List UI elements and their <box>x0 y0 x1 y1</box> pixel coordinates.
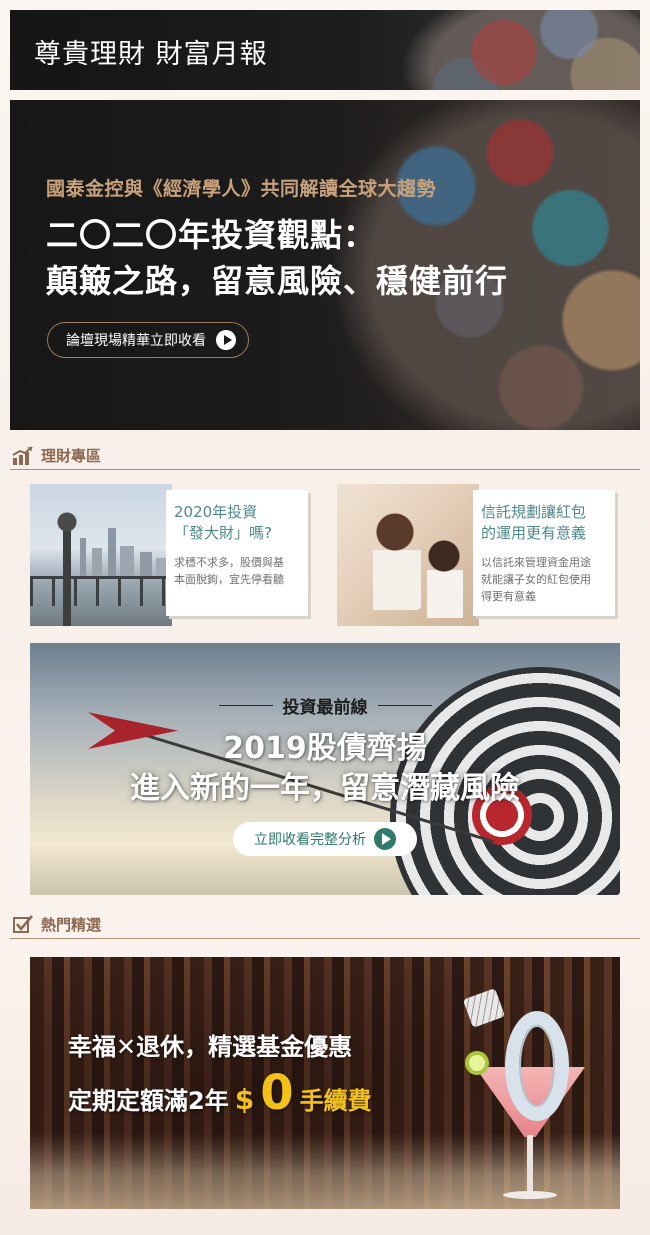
investment-title: 2019股債齊揚 進入新的一年，留意潛藏風險 <box>30 729 620 809</box>
promo-fee-label: 手續費 <box>299 1087 372 1115</box>
card-title: 2020年投資 「發大財」嗎? <box>174 502 300 544</box>
card-title-line2: 的運用更有意義 <box>481 524 587 542</box>
promo-offer: 定期定額滿2年 $ 0 手續費 <box>68 1065 372 1121</box>
watch-analysis-button[interactable]: 立即收看完整分析 <box>233 822 417 856</box>
mother-child-photo <box>337 484 479 626</box>
binocular-shape <box>52 512 82 626</box>
card-desc-line2: 本面脫鉤，宜先停看聽 <box>174 573 284 586</box>
kicker-line-left <box>218 705 273 706</box>
promo-offer-prefix: 定期定額滿2年 <box>68 1087 229 1115</box>
hero-banner[interactable]: 國泰金控與《經濟學人》共同解讀全球大趨勢 二〇二〇年投資觀點： 顛簸之路，留意風… <box>10 100 640 430</box>
bar-chart-icon <box>12 445 33 465</box>
card-2020-investment[interactable]: 2020年投資 「發大財」嗎? 求穩不求多，股價與基 本面脫鉤，宜先停看聽 <box>30 484 314 626</box>
card-desc-line1: 以信託來管理資金用途 <box>481 556 591 569</box>
glass-stem <box>527 1135 533 1195</box>
city-binocular-photo <box>30 484 172 626</box>
card-desc-line2: 就能讓子女的紅包使用 <box>481 573 591 586</box>
card-text-box: 2020年投資 「發大財」嗎? 求穩不求多，股價與基 本面脫鉤，宜先停看聽 <box>166 490 308 616</box>
watch-analysis-label: 立即收看完整分析 <box>254 832 366 848</box>
investment-title-line1: 2019股債齊揚 <box>223 731 427 766</box>
kicker-text: 投資最前線 <box>282 698 368 718</box>
investment-title-line2: 進入新的一年，留意潛藏風險 <box>130 771 520 806</box>
watch-forum-button[interactable]: 論壇現場精華立即收看 <box>47 322 249 358</box>
promo-dollar-sign: $ <box>234 1083 255 1116</box>
play-icon <box>374 828 396 850</box>
promo-zero: 0 <box>260 1065 294 1121</box>
kicker-line-right <box>377 705 432 706</box>
skyline-shape <box>70 528 172 578</box>
globe-decoration <box>400 10 640 90</box>
glass-base <box>503 1191 557 1199</box>
card-text-box: 信託規劃讓紅包 的運用更有意義 以信託來管理資金用途 就能讓子女的紅包使用 得更… <box>473 490 615 616</box>
child-shape <box>419 538 469 618</box>
card-desc-line3: 得更有意義 <box>481 590 536 603</box>
checkbox-icon <box>13 914 33 933</box>
hero-title-line1: 二〇二〇年投資觀點： <box>46 216 377 254</box>
finance-zone-label: 理財專區 <box>41 447 102 465</box>
money-fan-icon <box>462 988 506 1028</box>
card-trust-planning[interactable]: 信託規劃讓紅包 的運用更有意義 以信託來管理資金用途 就能讓子女的紅包使用 得更… <box>337 484 621 626</box>
card-title-line2: 「發大財」嗎? <box>174 524 272 542</box>
hero-title: 二〇二〇年投資觀點： 顛簸之路，留意風險、穩健前行 <box>46 212 508 304</box>
page-header: 尊貴理財 財富月報 <box>10 10 640 90</box>
watch-forum-label: 論壇現場精華立即收看 <box>66 333 206 349</box>
page-title: 尊貴理財 財富月報 <box>34 39 268 70</box>
investment-kicker: 投資最前線 <box>30 693 620 718</box>
card-title-line1: 信託規劃讓紅包 <box>481 503 587 521</box>
finance-zone-header: 理財專區 <box>10 442 640 470</box>
promo-headline: 幸福✕退休，精選基金優惠 <box>68 1033 353 1061</box>
card-description: 求穩不求多，股價與基 本面脫鉤，宜先停看聽 <box>174 554 300 588</box>
mother-shape <box>365 510 425 610</box>
lime-slice-icon <box>465 1051 489 1075</box>
hot-picks-label: 熱門精選 <box>41 916 102 934</box>
hero-title-line2: 顛簸之路，留意風險、穩健前行 <box>46 262 509 300</box>
investment-frontline-banner[interactable]: 投資最前線 2019股債齊揚 進入新的一年，留意潛藏風險 立即收看完整分析 <box>30 643 620 895</box>
hero-subtitle: 國泰金控與《經濟學人》共同解讀全球大趨勢 <box>46 178 437 200</box>
card-desc-line1: 求穩不求多，股價與基 <box>174 556 284 569</box>
hot-picks-header: 熱門精選 <box>10 911 640 939</box>
zero-mascot-icon <box>505 1011 569 1121</box>
card-description: 以信託來管理資金用途 就能讓子女的紅包使用 得更有意義 <box>481 554 607 605</box>
fund-promo-banner[interactable]: 幸福✕退休，精選基金優惠 定期定額滿2年 $ 0 手續費 <box>30 957 620 1209</box>
card-title-line1: 2020年投資 <box>174 503 258 521</box>
play-icon <box>216 330 236 350</box>
cocktail-glass-mascot <box>462 988 585 1207</box>
card-title: 信託規劃讓紅包 的運用更有意義 <box>481 502 607 544</box>
